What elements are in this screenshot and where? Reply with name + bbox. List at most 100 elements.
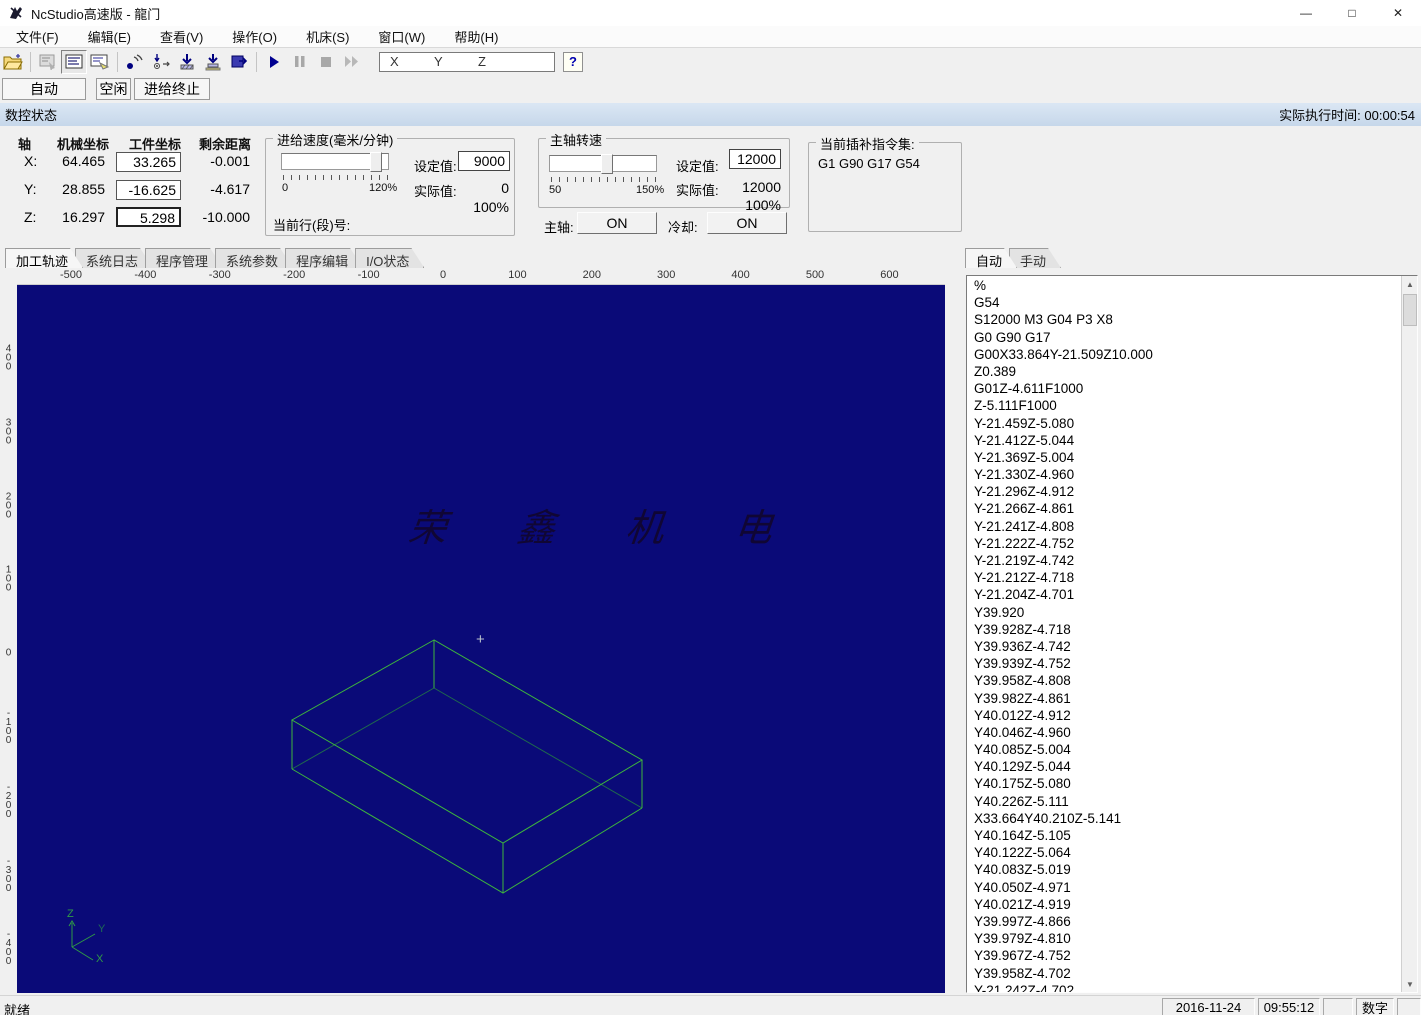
single-block-icon: [231, 55, 248, 67]
start-button[interactable]: [261, 50, 287, 74]
axis-z-label: Z: [67, 908, 74, 920]
work-coord-x[interactable]: 33.265: [116, 152, 181, 172]
close-button[interactable]: ✕: [1375, 0, 1421, 26]
toolbar: X Y Z ?: [0, 48, 1421, 75]
gcode-line: Y-21.222Z-4.752: [974, 535, 1075, 551]
mode-select[interactable]: 自动: [2, 78, 86, 100]
v-ruler-label: 400: [3, 343, 14, 371]
feed-actual-value: 0: [501, 180, 509, 196]
gcode-line: Y40.164Z-5.105: [974, 828, 1071, 843]
gcode-scrollbar[interactable]: ▲ ▼: [1401, 276, 1417, 992]
tab-系统日志[interactable]: 系统日志: [75, 248, 153, 268]
ruler-corner: [0, 268, 17, 285]
gcode-line: Y40.021Z-4.919: [974, 896, 1071, 912]
gcode-line: Y-21.242Z-4.702: [974, 982, 1075, 993]
work-coord-z[interactable]: 5.298: [116, 207, 181, 227]
window-title: NcStudio高速版 - 龍门: [31, 6, 161, 22]
gcode-line: Y-21.459Z-5.080: [974, 415, 1075, 431]
pause-button[interactable]: [287, 50, 313, 74]
simulate-button[interactable]: [87, 50, 113, 74]
spindle-set-value[interactable]: 12000: [729, 149, 781, 169]
back-to-origin-button[interactable]: [148, 50, 174, 74]
gcode-line: Y39.928Z-4.718: [974, 621, 1071, 637]
gcode-line: Y-21.212Z-4.718: [974, 570, 1075, 586]
status-time: 09:55:12: [1258, 998, 1320, 1015]
gcode-line: Y39.982Z-4.861: [974, 690, 1071, 706]
tab-程序编辑[interactable]: 程序编辑: [285, 248, 363, 268]
h-ruler-label: -300: [208, 269, 231, 281]
tab-加工轨迹[interactable]: 加工轨迹: [5, 248, 83, 268]
vertical-ruler: 400 300 200 100 0 -100 -200 -300 -400: [0, 285, 17, 993]
gcode-line: Y-21.266Z-4.861: [974, 501, 1075, 517]
gcode-line: Y-21.369Z-5.004: [974, 449, 1075, 465]
spindle-percent: 100%: [745, 197, 781, 213]
back-to-reference-button[interactable]: [122, 50, 148, 74]
reference-point-icon: [127, 53, 143, 69]
menu-item[interactable]: 查看(V): [150, 25, 213, 48]
menu-item[interactable]: 操作(O): [222, 25, 287, 48]
axis-name: X:: [24, 153, 38, 169]
gcode-line: Y40.226Z-5.111: [974, 793, 1069, 809]
scroll-down-icon[interactable]: ▼: [1402, 976, 1417, 992]
gcode-line: S12000 M3 G04 P3 X8: [974, 312, 1113, 328]
step-button[interactable]: [339, 50, 365, 74]
stop-icon: [321, 56, 331, 67]
v-ruler-label: -300: [3, 855, 14, 892]
h-ruler-label: -400: [134, 269, 157, 281]
horizontal-ruler: -500 -400 -300 -200 -100 0 100 200 300 400 500 600: [17, 268, 945, 285]
maximize-button[interactable]: □: [1329, 0, 1375, 26]
gcode-line: Y39.958Z-4.702: [974, 965, 1071, 981]
menu-item[interactable]: 机床(S): [296, 25, 359, 48]
menu-item[interactable]: 编辑(E): [78, 25, 141, 48]
single-block-button[interactable]: [226, 50, 252, 74]
col-work: 工件坐标: [129, 137, 182, 152]
tab-系统参数[interactable]: 系统参数: [215, 248, 293, 268]
menu-item[interactable]: 窗口(W): [368, 25, 435, 48]
gcode-line: G54: [974, 295, 1000, 311]
tab-程序管理[interactable]: 程序管理: [145, 248, 223, 268]
tool-calibration-icon: [180, 53, 194, 69]
mobile-calibrate-button[interactable]: [200, 50, 226, 74]
feed-slider-thumb[interactable]: [370, 152, 382, 172]
ncstudio-window: NcStudio高速版 - 龍门 — □ ✕ 文件(F) 编辑(E) 查看(V) 操作…: [0, 0, 1421, 1015]
feed-slider[interactable]: [281, 152, 389, 172]
spindle-groupbox: 主轴转速 50 150% 设定值: 12000 实际值: 12000 100%: [538, 130, 790, 213]
coolant-on-button[interactable]: ON: [707, 212, 787, 234]
spindle-slider[interactable]: [549, 154, 657, 174]
feed-groupbox: 进给速度(毫米/分钟) 0 120% 设定值: 9000 实际值: 0 100%…: [265, 130, 515, 236]
show-program-button[interactable]: [61, 49, 87, 74]
gcode-line: G00X33.864Y-21.509Z10.000: [974, 346, 1153, 362]
tool-calibrate-button[interactable]: [174, 50, 200, 74]
work-coord-y[interactable]: -16.625: [116, 180, 181, 200]
gcode-line: Z-5.111F1000: [974, 398, 1057, 414]
ready-status: 就绪: [4, 1003, 31, 1015]
remain-dist: -4.617: [210, 181, 250, 197]
v-ruler-label: 100: [3, 564, 14, 592]
minimize-button[interactable]: —: [1283, 0, 1329, 26]
gcode-line: Y40.122Z-5.064: [974, 845, 1071, 861]
tab-I/O状态[interactable]: I/O状态: [355, 248, 424, 268]
menu-item[interactable]: 帮助(H): [444, 25, 508, 48]
tab-手动[interactable]: 手动: [1009, 248, 1061, 268]
menu-item[interactable]: 文件(F): [6, 25, 69, 48]
scroll-up-icon[interactable]: ▲: [1402, 276, 1417, 292]
scroll-thumb[interactable]: [1403, 294, 1417, 326]
interp-gcodes: G1 G90 G17 G54: [818, 156, 920, 171]
gcode-listbox[interactable]: % G54 S12000 M3 G04 P3 X8 G0 G90 G17 G00X33.…: [966, 275, 1418, 993]
xyz-axis-field[interactable]: X Y Z: [379, 51, 555, 72]
feed-set-value[interactable]: 9000: [458, 151, 510, 171]
machining-view[interactable]: 荣 鑫 机 电 + Z Y X: [17, 285, 945, 993]
gcode-line: Y40.175Z-5.080: [974, 776, 1071, 792]
open-file-button[interactable]: [0, 50, 26, 74]
gcode-line: G01Z-4.611F1000: [974, 381, 1084, 397]
spindle-slider-thumb[interactable]: [601, 154, 613, 174]
menu-bar: 文件(F) 编辑(E) 查看(V) 操作(O) 机床(S) 窗口(W) 帮助(H): [0, 26, 1421, 48]
stop-button[interactable]: [313, 50, 339, 74]
show-trace-button[interactable]: [35, 50, 61, 74]
pause-icon: [295, 56, 305, 67]
spindle-on-button[interactable]: ON: [577, 212, 657, 234]
tool-position-cross: +: [476, 631, 485, 648]
v-ruler-label: -100: [3, 708, 14, 744]
help-button[interactable]: ?: [563, 51, 583, 72]
mech-coord: 64.465: [62, 153, 105, 169]
